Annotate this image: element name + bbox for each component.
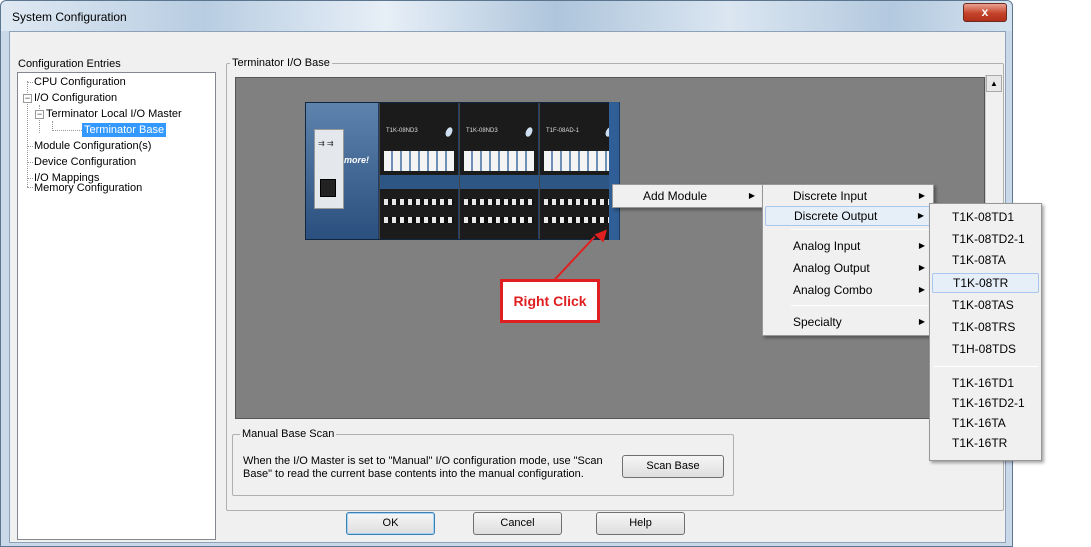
scroll-up-icon[interactable]: ▲	[986, 75, 1002, 92]
submenu-arrow-icon: ▶	[918, 241, 925, 250]
configuration-tree[interactable]: CPU Configuration − I/O Configuration − …	[17, 72, 216, 540]
help-button[interactable]: Help	[596, 512, 685, 535]
menu-item-t1k-16tr[interactable]: T1K-16TR	[932, 433, 1039, 453]
scan-base-button[interactable]: Scan Base	[622, 455, 724, 478]
submenu-arrow-icon: ▶	[748, 191, 755, 200]
menu-separator	[791, 305, 931, 306]
menu-item-label: Specialty	[793, 315, 842, 329]
discrete-output-menu: T1K-08TD1 T1K-08TD2-1 T1K-08TA T1K-08TR …	[929, 203, 1042, 461]
tree-item-io-configuration[interactable]: I/O Configuration	[34, 91, 117, 105]
tree-item-module-configuration[interactable]: Module Configuration(s)	[34, 139, 151, 153]
tree-item-terminator-local-io-master[interactable]: Terminator Local I/O Master	[46, 107, 182, 121]
menu-item-t1k-16td1[interactable]: T1K-16TD1	[932, 373, 1039, 393]
menu-item-label: Add Module	[643, 189, 708, 203]
menu-item-label: Analog Output	[793, 261, 870, 275]
tree-item-terminator-base[interactable]: Terminator Base	[82, 123, 167, 137]
menu-item-discrete-output[interactable]: Discrete Output ▶	[765, 206, 931, 226]
menu-separator	[934, 366, 1038, 367]
module-strip	[540, 175, 619, 189]
terminal-block	[544, 217, 614, 223]
manual-base-scan-label: Manual Base Scan	[240, 428, 337, 440]
module-leds	[464, 151, 534, 171]
tree-connector	[27, 178, 33, 179]
menu-item-t1k-08ta[interactable]: T1K-08TA	[932, 250, 1039, 270]
tree-item-memory-configuration[interactable]: Memory Configuration	[34, 181, 142, 195]
tree-connector	[52, 130, 82, 131]
menu-separator	[791, 229, 931, 230]
terminator-io-base-label: Terminator I/O Base	[230, 57, 332, 69]
close-button[interactable]: x	[963, 3, 1007, 22]
menu-item-label: Analog Input	[793, 239, 861, 253]
tree-item-cpu-configuration[interactable]: CPU Configuration	[34, 75, 126, 89]
module-leds	[544, 151, 614, 171]
module-label: T1F-08AD-1	[546, 128, 580, 134]
tree-item-device-configuration[interactable]: Device Configuration	[34, 155, 136, 169]
module-label: T1K-08ND3	[386, 128, 418, 134]
menu-item-add-module[interactable]: Add Module ▶	[615, 186, 761, 206]
context-menu: Add Module ▶	[612, 184, 764, 208]
cancel-button[interactable]: Cancel	[473, 512, 562, 535]
submenu-arrow-icon: ▶	[918, 263, 925, 272]
module-category-menu: Discrete Input ▶ Discrete Output ▶ Analo…	[762, 184, 934, 336]
collapse-icon[interactable]: −	[35, 110, 44, 119]
module-label: T1K-08ND3	[466, 128, 498, 134]
cpu-status-icon: ⇉ ⇉	[318, 139, 334, 148]
submenu-arrow-icon: ▶	[917, 211, 924, 220]
menu-item-discrete-input[interactable]: Discrete Input ▶	[765, 186, 931, 206]
menu-item-t1h-08tds[interactable]: T1H-08TDS	[932, 339, 1039, 359]
module-strip	[460, 175, 539, 189]
submenu-arrow-icon: ▶	[918, 317, 925, 326]
tree-connector	[52, 121, 53, 131]
cpu-module[interactable]: ⇉ ⇉ more!	[306, 103, 378, 239]
right-click-callout: Right Click	[500, 279, 600, 323]
base-end-cap[interactable]	[609, 102, 620, 240]
submenu-arrow-icon: ▶	[918, 285, 925, 294]
configuration-entries-label: Configuration Entries	[18, 58, 121, 70]
menu-item-t1k-16ta[interactable]: T1K-16TA	[932, 413, 1039, 433]
io-module-1[interactable]: T1K-08ND3	[379, 103, 459, 239]
menu-item-label: Discrete Output	[794, 209, 878, 223]
tree-connector	[27, 82, 33, 83]
menu-item-analog-output[interactable]: Analog Output ▶	[765, 258, 931, 278]
module-leds	[384, 151, 454, 171]
tree-connector	[27, 187, 33, 188]
manual-base-scan-description: When the I/O Master is set to "Manual" I…	[243, 455, 603, 480]
io-module-3[interactable]: T1F-08AD-1	[539, 103, 619, 239]
menu-item-specialty[interactable]: Specialty ▶	[765, 312, 931, 332]
menu-item-label: Analog Combo	[793, 283, 873, 297]
window-title: System Configuration	[12, 10, 127, 24]
terminal-block	[384, 217, 454, 223]
menu-item-t1k-16td2-1[interactable]: T1K-16TD2-1	[932, 393, 1039, 413]
cpu-logo: more!	[344, 155, 370, 165]
submenu-arrow-icon: ▶	[918, 191, 925, 200]
terminal-block	[464, 199, 534, 205]
menu-item-t1k-08td2-1[interactable]: T1K-08TD2-1	[932, 229, 1039, 249]
menu-item-t1k-08trs[interactable]: T1K-08TRS	[932, 317, 1039, 337]
module-clip-icon	[524, 126, 534, 138]
terminal-block	[464, 217, 534, 223]
terminal-block	[544, 199, 614, 205]
io-module-2[interactable]: T1K-08ND3	[459, 103, 539, 239]
collapse-icon[interactable]: −	[23, 94, 32, 103]
title-bar[interactable]: System Configuration x	[1, 1, 1012, 31]
terminal-block	[384, 199, 454, 205]
module-clip-icon	[444, 126, 454, 138]
menu-item-analog-combo[interactable]: Analog Combo ▶	[765, 280, 931, 300]
menu-item-label: Discrete Input	[793, 189, 868, 203]
menu-item-t1k-08tr[interactable]: T1K-08TR	[932, 273, 1039, 293]
menu-item-t1k-08tas[interactable]: T1K-08TAS	[932, 295, 1039, 315]
tree-connector	[27, 162, 33, 163]
module-strip	[380, 175, 459, 189]
cpu-port	[320, 179, 336, 197]
tree-connector	[27, 146, 33, 147]
terminator-base-rack[interactable]: ⇉ ⇉ more! T1K-08ND3 T1K-08ND3 T1F-08AD-1	[305, 102, 620, 240]
menu-item-analog-input[interactable]: Analog Input ▶	[765, 236, 931, 256]
ok-button[interactable]: OK	[346, 512, 435, 535]
menu-item-t1k-08td1[interactable]: T1K-08TD1	[932, 207, 1039, 227]
